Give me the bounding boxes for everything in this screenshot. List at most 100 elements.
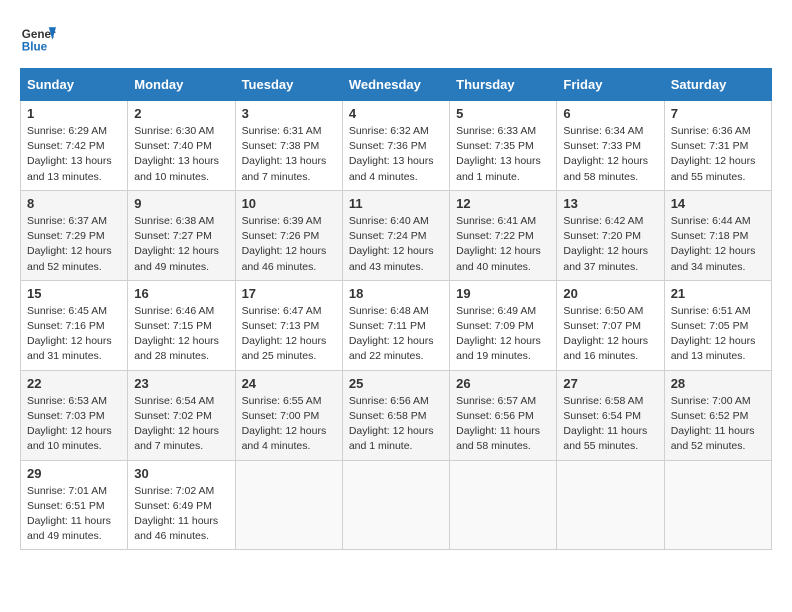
calendar-cell: 26 Sunrise: 6:57 AMSunset: 6:56 PMDayligh… [450,370,557,460]
calendar-cell [664,460,771,550]
calendar-cell: 12 Sunrise: 6:41 AMSunset: 7:22 PMDayligh… [450,190,557,280]
weekday-header: Friday [557,69,664,101]
calendar-cell: 17 Sunrise: 6:47 AMSunset: 7:13 PMDayligh… [235,280,342,370]
calendar-cell: 22 Sunrise: 6:53 AMSunset: 7:03 PMDayligh… [21,370,128,460]
weekday-header: Thursday [450,69,557,101]
calendar-cell: 9 Sunrise: 6:38 AMSunset: 7:27 PMDaylight… [128,190,235,280]
cell-content: Sunrise: 6:41 AMSunset: 7:22 PMDaylight:… [456,215,541,273]
weekday-header: Saturday [664,69,771,101]
cell-content: Sunrise: 6:49 AMSunset: 7:09 PMDaylight:… [456,305,541,363]
cell-content: Sunrise: 7:01 AMSunset: 6:51 PMDaylight:… [27,485,111,543]
calendar-cell: 13 Sunrise: 6:42 AMSunset: 7:20 PMDayligh… [557,190,664,280]
cell-content: Sunrise: 6:32 AMSunset: 7:36 PMDaylight:… [349,125,434,183]
weekday-header: Tuesday [235,69,342,101]
calendar-cell: 11 Sunrise: 6:40 AMSunset: 7:24 PMDayligh… [342,190,449,280]
day-number: 14 [671,196,765,211]
day-number: 9 [134,196,228,211]
calendar-cell: 18Sunrise: 6:48 AMSunset: 7:11 PMDayligh… [342,280,449,370]
cell-content: Sunrise: 6:40 AMSunset: 7:24 PMDaylight:… [349,215,434,273]
calendar-cell: 23 Sunrise: 6:54 AMSunset: 7:02 PMDayligh… [128,370,235,460]
logo: General Blue [20,20,56,56]
day-number: 17 [242,286,336,301]
calendar-body: 1 Sunrise: 6:29 AMSunset: 7:42 PMDaylight… [21,101,772,550]
calendar-week-row: 15Sunrise: 6:45 AMSunset: 7:16 PMDayligh… [21,280,772,370]
day-number: 1 [27,106,121,121]
calendar-cell: 20 Sunrise: 6:50 AMSunset: 7:07 PMDayligh… [557,280,664,370]
calendar-cell: 21Sunrise: 6:51 AMSunset: 7:05 PMDayligh… [664,280,771,370]
cell-content: Sunrise: 6:30 AMSunset: 7:40 PMDaylight:… [134,125,219,183]
calendar-cell: 30Sunrise: 7:02 AMSunset: 6:49 PMDayligh… [128,460,235,550]
calendar-cell [450,460,557,550]
day-number: 26 [456,376,550,391]
cell-content: Sunrise: 6:38 AMSunset: 7:27 PMDaylight:… [134,215,219,273]
day-number: 19 [456,286,550,301]
day-number: 27 [563,376,657,391]
day-number: 23 [134,376,228,391]
day-number: 2 [134,106,228,121]
calendar-week-row: 1 Sunrise: 6:29 AMSunset: 7:42 PMDaylight… [21,101,772,191]
cell-content: Sunrise: 6:46 AMSunset: 7:15 PMDaylight:… [134,305,219,363]
cell-content: Sunrise: 6:34 AMSunset: 7:33 PMDaylight:… [563,125,648,183]
logo-icon: General Blue [20,20,56,56]
cell-content: Sunrise: 7:00 AMSunset: 6:52 PMDaylight:… [671,395,755,453]
weekday-header: Wednesday [342,69,449,101]
calendar-cell: 28 Sunrise: 7:00 AMSunset: 6:52 PMDayligh… [664,370,771,460]
cell-content: Sunrise: 6:56 AMSunset: 6:58 PMDaylight:… [349,395,434,453]
calendar-cell: 5Sunrise: 6:33 AMSunset: 7:35 PMDaylight… [450,101,557,191]
cell-content: Sunrise: 6:54 AMSunset: 7:02 PMDaylight:… [134,395,219,453]
calendar-cell: 27 Sunrise: 6:58 AMSunset: 6:54 PMDayligh… [557,370,664,460]
calendar-cell: 14 Sunrise: 6:44 AMSunset: 7:18 PMDayligh… [664,190,771,280]
calendar-header-row: SundayMondayTuesdayWednesdayThursdayFrid… [21,69,772,101]
calendar-cell: 10 Sunrise: 6:39 AMSunset: 7:26 PMDayligh… [235,190,342,280]
day-number: 4 [349,106,443,121]
cell-content: Sunrise: 6:39 AMSunset: 7:26 PMDaylight:… [242,215,327,273]
day-number: 10 [242,196,336,211]
calendar-cell: 2 Sunrise: 6:30 AMSunset: 7:40 PMDaylight… [128,101,235,191]
cell-content: Sunrise: 6:55 AMSunset: 7:00 PMDaylight:… [242,395,327,453]
svg-text:Blue: Blue [22,41,48,54]
day-number: 22 [27,376,121,391]
calendar-cell: 8 Sunrise: 6:37 AMSunset: 7:29 PMDaylight… [21,190,128,280]
cell-content: Sunrise: 6:53 AMSunset: 7:03 PMDaylight:… [27,395,112,453]
calendar-cell: 3 Sunrise: 6:31 AMSunset: 7:38 PMDaylight… [235,101,342,191]
calendar-cell: 29 Sunrise: 7:01 AMSunset: 6:51 PMDayligh… [21,460,128,550]
calendar-cell: 16 Sunrise: 6:46 AMSunset: 7:15 PMDayligh… [128,280,235,370]
calendar-cell: 1 Sunrise: 6:29 AMSunset: 7:42 PMDaylight… [21,101,128,191]
header: General Blue [20,20,772,56]
calendar-cell [235,460,342,550]
calendar-cell: 24 Sunrise: 6:55 AMSunset: 7:00 PMDayligh… [235,370,342,460]
day-number: 25 [349,376,443,391]
day-number: 13 [563,196,657,211]
cell-content: Sunrise: 6:47 AMSunset: 7:13 PMDaylight:… [242,305,327,363]
weekday-header: Sunday [21,69,128,101]
calendar-week-row: 8 Sunrise: 6:37 AMSunset: 7:29 PMDaylight… [21,190,772,280]
calendar-cell: 19 Sunrise: 6:49 AMSunset: 7:09 PMDayligh… [450,280,557,370]
cell-content: Sunrise: 6:37 AMSunset: 7:29 PMDaylight:… [27,215,112,273]
day-number: 16 [134,286,228,301]
cell-content: Sunrise: 6:57 AMSunset: 6:56 PMDaylight:… [456,395,540,453]
day-number: 30 [134,466,228,481]
weekday-header: Monday [128,69,235,101]
day-number: 8 [27,196,121,211]
day-number: 29 [27,466,121,481]
cell-content: Sunrise: 6:51 AMSunset: 7:05 PMDaylight:… [671,305,756,363]
cell-content: Sunrise: 6:31 AMSunset: 7:38 PMDaylight:… [242,125,327,183]
day-number: 12 [456,196,550,211]
cell-content: Sunrise: 6:44 AMSunset: 7:18 PMDaylight:… [671,215,756,273]
day-number: 20 [563,286,657,301]
cell-content: Sunrise: 6:58 AMSunset: 6:54 PMDaylight:… [563,395,647,453]
day-number: 28 [671,376,765,391]
calendar-cell: 15Sunrise: 6:45 AMSunset: 7:16 PMDayligh… [21,280,128,370]
cell-content: Sunrise: 6:36 AMSunset: 7:31 PMDaylight:… [671,125,756,183]
day-number: 15 [27,286,121,301]
day-number: 11 [349,196,443,211]
day-number: 5 [456,106,550,121]
day-number: 6 [563,106,657,121]
cell-content: Sunrise: 6:48 AMSunset: 7:11 PMDaylight:… [349,305,434,363]
cell-content: Sunrise: 6:42 AMSunset: 7:20 PMDaylight:… [563,215,648,273]
calendar-week-row: 22 Sunrise: 6:53 AMSunset: 7:03 PMDayligh… [21,370,772,460]
cell-content: Sunrise: 6:50 AMSunset: 7:07 PMDaylight:… [563,305,648,363]
cell-content: Sunrise: 6:29 AMSunset: 7:42 PMDaylight:… [27,125,112,183]
day-number: 24 [242,376,336,391]
day-number: 3 [242,106,336,121]
